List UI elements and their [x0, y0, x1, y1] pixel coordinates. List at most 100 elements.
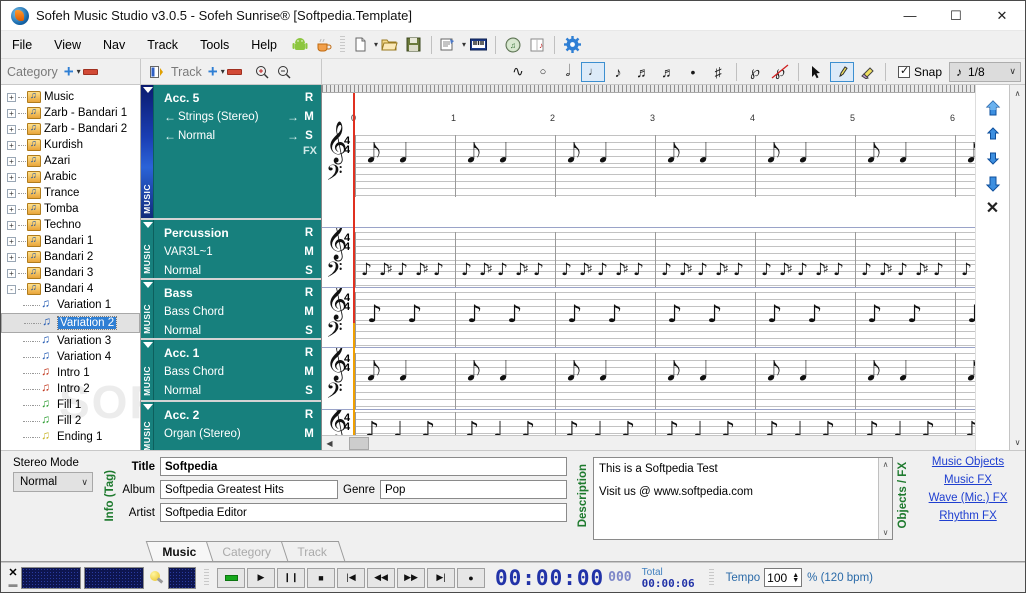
tree-expander[interactable]: +	[7, 204, 16, 214]
percussion-note[interactable]: ♪	[361, 260, 372, 280]
menu-track[interactable]: Track	[136, 33, 189, 57]
accomp-note[interactable]: ♪	[865, 418, 879, 436]
genre-input[interactable]: Pop	[379, 480, 567, 499]
accomp-note[interactable]: ♩	[593, 418, 603, 436]
tree-item-arabic[interactable]: + Arabic	[1, 169, 140, 185]
new-file-icon[interactable]	[350, 34, 372, 56]
tempo-input[interactable]: 100 ▲ ▼	[764, 568, 803, 587]
settings-gear-icon[interactable]	[561, 34, 583, 56]
percussion-note[interactable]: ♪	[397, 260, 408, 280]
accomp-note[interactable]: ♩	[493, 418, 503, 436]
staff-row[interactable]: 𝄞𝄢44♪♪♪♪♪♪♪♪♪♪♪♪♪♪	[322, 288, 975, 348]
pause-button[interactable]: ❙❙	[277, 567, 305, 588]
track-header-percussion[interactable]: MUSIC Percussion R VAR3L~1 M Normal S	[141, 220, 321, 280]
quarter-note-icon[interactable]: ♩	[580, 61, 605, 82]
tree-item-bandari-3[interactable]: + Bandari 3	[1, 265, 140, 281]
book-icon[interactable]: ♪	[526, 34, 548, 56]
rewind-button[interactable]: ◀◀	[367, 567, 395, 588]
chord-note[interactable]: 𝅘𝅥	[599, 139, 607, 170]
chord-note[interactable]: 𝅘𝅥	[699, 139, 707, 170]
close-button[interactable]: ✕	[979, 1, 1025, 31]
fx-button[interactable]: FX	[154, 145, 321, 157]
percussion-note[interactable]: ♪	[761, 260, 772, 280]
chord-note[interactable]: 𝅘𝅥	[399, 357, 407, 388]
track-collapse-icon[interactable]	[143, 404, 153, 410]
first-button[interactable]: |◀	[337, 567, 365, 588]
chord-note[interactable]: 𝅘𝅥	[899, 357, 907, 388]
loop-marker[interactable]	[353, 323, 355, 435]
track-collapse-icon[interactable]	[143, 222, 153, 228]
percussion-note[interactable]: ♪	[697, 260, 708, 280]
tab-category[interactable]: Category	[205, 541, 289, 561]
bass-note[interactable]: ♪	[707, 300, 722, 328]
next-mode-icon[interactable]: →	[287, 129, 301, 143]
category-add-button[interactable]: +	[64, 63, 74, 80]
horizontal-scrollbar[interactable]: ◀	[322, 435, 975, 450]
snap-value-select[interactable]: ♪ 1/8 ∨	[949, 61, 1021, 82]
maximize-button[interactable]: ☐	[933, 1, 979, 31]
tree-item-bandari-2[interactable]: + Bandari 2	[1, 249, 140, 265]
tab-music[interactable]: Music	[145, 541, 215, 561]
eighth-note-icon[interactable]: ♪	[606, 61, 630, 83]
record-toggle[interactable]: R	[301, 92, 317, 104]
tree-expander[interactable]: +	[7, 252, 16, 262]
pedal-off-icon[interactable]: ℘	[768, 61, 792, 83]
tree-item-zarb-bandari-2[interactable]: + Zarb - Bandari 2	[1, 121, 140, 137]
prev-instrument-icon[interactable]: ←	[164, 110, 178, 124]
tree-expander[interactable]: +	[7, 92, 16, 102]
percussion-note[interactable]: ♪	[561, 260, 572, 280]
menu-tools[interactable]: Tools	[189, 33, 240, 57]
track-header-acc-2[interactable]: MUSIC Acc. 2 R Organ (Stereo) M	[141, 402, 321, 450]
tree-item-kurdish[interactable]: + Kurdish	[1, 137, 140, 153]
move-top-button[interactable]	[983, 99, 1003, 117]
save-icon[interactable]	[403, 34, 425, 56]
tree-expander[interactable]: +	[7, 220, 16, 230]
staff-container[interactable]: 0 1 2 3 4 5 6 𝄞𝄢44𝅘𝅥𝅮𝅘𝅥𝅘𝅥𝅮𝅘𝅥𝅘𝅥𝅮𝅘𝅥𝅘𝅥𝅮𝅘𝅥𝅘𝅥…	[322, 93, 975, 435]
chord-note[interactable]: 𝅘𝅥𝅮	[667, 357, 681, 388]
record-toggle[interactable]: R	[301, 227, 317, 239]
cd-icon[interactable]: ♫	[502, 34, 524, 56]
tree-item-ending-1[interactable]: Ending 1	[1, 428, 140, 445]
mute-toggle[interactable]: M	[301, 246, 317, 258]
chord-note[interactable]: 𝅘𝅥𝅮	[767, 139, 781, 170]
tree-item-bandari-1[interactable]: + Bandari 1	[1, 233, 140, 249]
properties-icon[interactable]	[438, 34, 460, 56]
accomp-note[interactable]: ♪	[665, 418, 679, 436]
notation-area[interactable]: 0 1 2 3 4 5 6 𝄞𝄢44𝅘𝅥𝅮𝅘𝅥𝅘𝅥𝅮𝅘𝅥𝅘𝅥𝅮𝅘𝅥𝅘𝅥𝅮𝅘𝅥𝅘𝅥…	[322, 85, 975, 450]
chord-note[interactable]: 𝅘𝅥𝅮	[967, 357, 975, 388]
forward-button[interactable]: ▶▶	[397, 567, 425, 588]
accomp-note[interactable]: ♩	[693, 418, 703, 436]
chord-note[interactable]: 𝅘𝅥𝅮	[467, 139, 481, 170]
spin-down-icon[interactable]: ▼	[792, 577, 799, 584]
zoom-out-icon[interactable]	[274, 62, 294, 82]
tree-item-bandari-4[interactable]: - Bandari 4	[1, 281, 140, 297]
chord-note[interactable]: 𝅘𝅥	[499, 357, 507, 388]
piano-keyboard-icon[interactable]	[467, 34, 489, 56]
bass-note[interactable]: ♪	[867, 300, 882, 328]
percussion-note[interactable]: ♪	[633, 260, 644, 280]
solo-toggle[interactable]: S	[301, 265, 317, 277]
percussion-note[interactable]: ♪	[533, 260, 544, 280]
album-input[interactable]: Softpedia Greatest Hits	[160, 480, 338, 499]
title-input[interactable]: Softpedia	[160, 457, 567, 476]
scroll-down-button[interactable]: ∨	[883, 528, 889, 537]
android-icon[interactable]	[289, 34, 311, 56]
prev-mode-icon[interactable]: ←	[164, 129, 178, 143]
stereo-mode-select[interactable]: Normal ∨	[13, 472, 93, 492]
tree-item-azari[interactable]: + Azari	[1, 153, 140, 169]
chord-note[interactable]: 𝅘𝅥𝅮	[567, 357, 581, 388]
category-add-caret[interactable]: ▾	[77, 67, 81, 76]
hscroll-thumb[interactable]	[349, 436, 369, 450]
scroll-down-button[interactable]: ∨	[1010, 434, 1025, 450]
track-side-strip[interactable]: MUSIC	[141, 220, 154, 278]
open-folder-icon[interactable]	[379, 34, 401, 56]
chord-note[interactable]: 𝅘𝅥𝅮	[567, 139, 581, 170]
chord-note[interactable]: 𝅘𝅥𝅮	[967, 139, 975, 170]
tree-expander[interactable]: +	[7, 172, 16, 182]
bass-note[interactable]: ♪	[507, 300, 522, 328]
accomp-note[interactable]: ♪	[821, 418, 835, 436]
link-music-objects[interactable]: Music Objects	[932, 456, 1004, 468]
staff-row[interactable]: 𝄞𝄢44𝅘𝅥𝅮𝅘𝅥𝅘𝅥𝅮𝅘𝅥𝅘𝅥𝅮𝅘𝅥𝅘𝅥𝅮𝅘𝅥𝅘𝅥𝅮𝅘𝅥𝅘𝅥𝅮𝅘𝅥𝅘𝅥𝅮𝅘𝅥	[322, 93, 975, 228]
track-collapse-icon[interactable]	[143, 87, 153, 93]
accomp-note[interactable]: ♪	[365, 418, 379, 436]
